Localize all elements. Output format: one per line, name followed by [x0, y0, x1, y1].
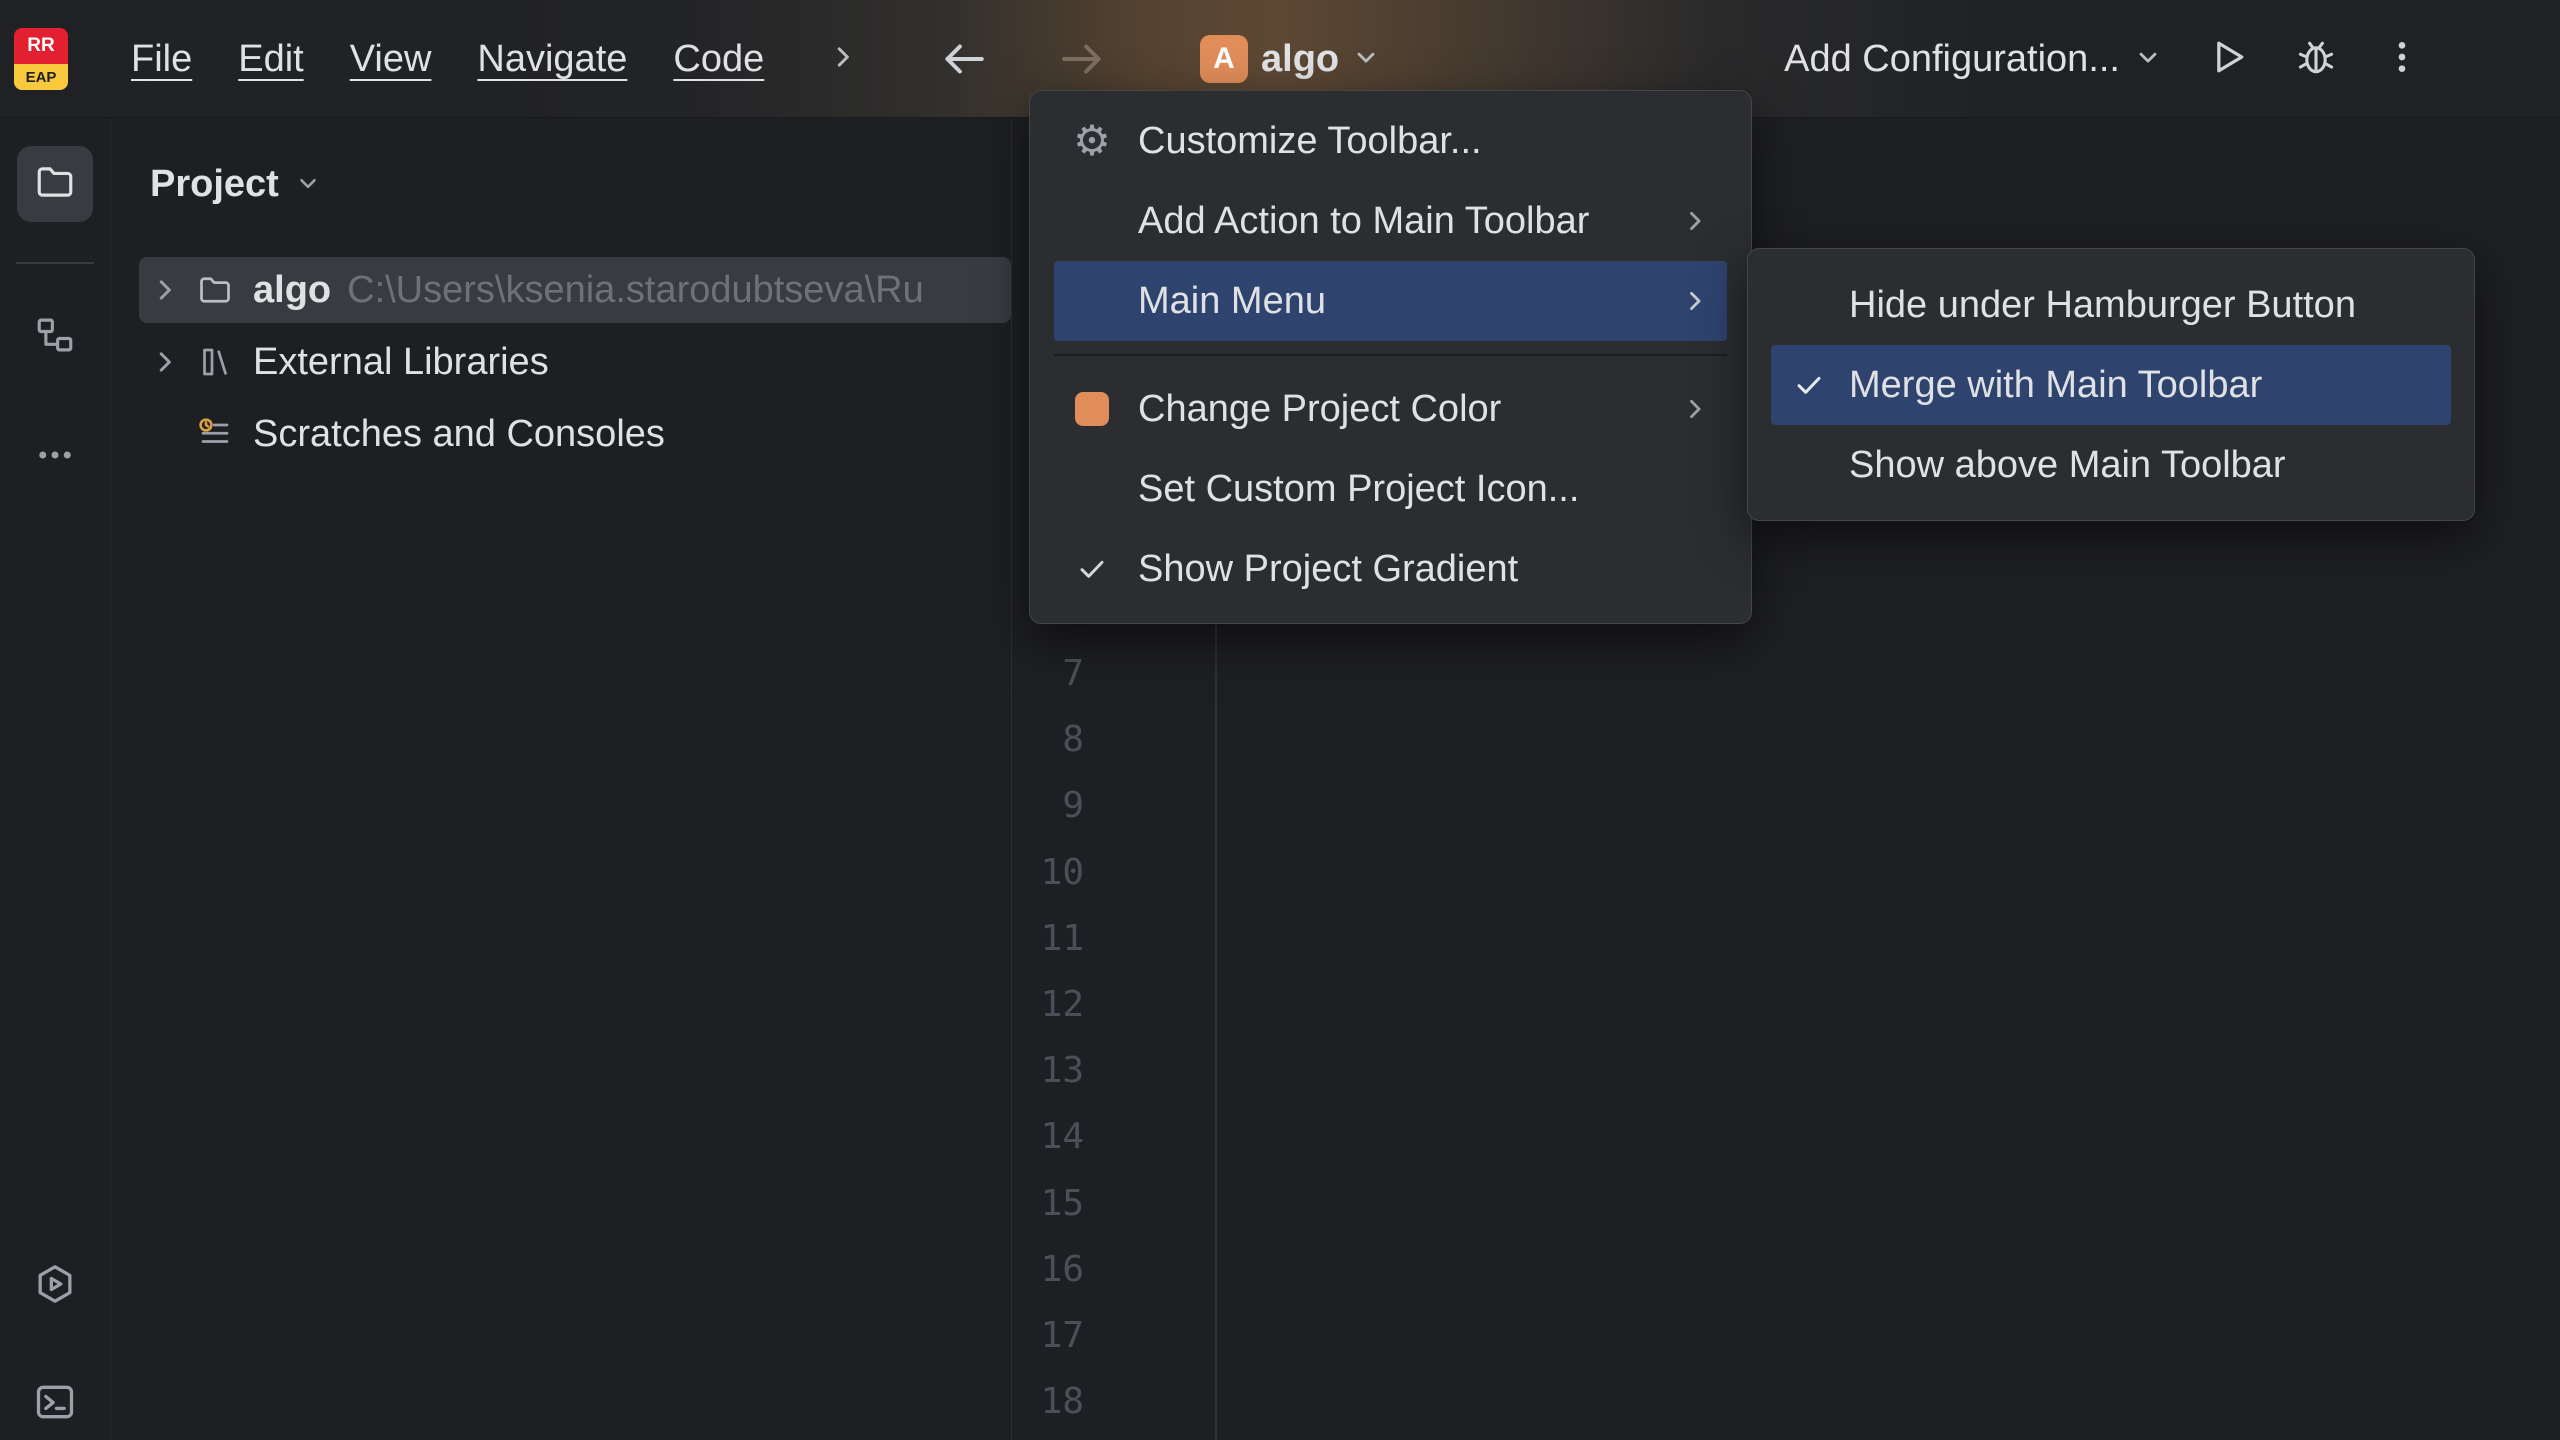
tree-node-label: Scratches and Consoles	[253, 413, 665, 456]
project-view-selector[interactable]: Project	[150, 151, 321, 217]
scratches-icon	[195, 416, 235, 452]
app-logo-eap-badge: EAP	[14, 64, 68, 90]
project-avatar: A	[1200, 35, 1248, 83]
line-number: 17	[1012, 1303, 1084, 1369]
chevron-down-icon	[1352, 43, 1380, 76]
project-color-swatch-icon	[1075, 392, 1109, 426]
menu-separator	[1054, 354, 1727, 356]
line-number: 13	[1012, 1038, 1084, 1104]
menu-item-main-menu[interactable]: Main Menu	[1054, 261, 1727, 341]
run-configuration-selector[interactable]: Add Configuration...	[1784, 38, 2162, 81]
project-tool-window-button[interactable]	[17, 146, 93, 222]
submenu-arrow-icon	[1681, 287, 1709, 315]
project-root-name: algo	[253, 269, 331, 312]
chevron-down-icon	[295, 163, 321, 206]
stripe-divider	[16, 262, 94, 264]
tree-row-external-libraries[interactable]: External Libraries	[139, 329, 1011, 395]
tree-row-scratches[interactable]: Scratches and Consoles	[139, 401, 1011, 467]
menu-item-customize-toolbar[interactable]: ⚙ Customize Toolbar...	[1054, 101, 1727, 181]
project-view-title: Project	[150, 163, 279, 206]
main-menu-submenu: Hide under Hamburger Button Merge with M…	[1747, 248, 2475, 521]
services-hexagon-play-icon	[33, 1262, 77, 1311]
library-icon	[195, 344, 235, 380]
tool-window-stripe	[0, 119, 111, 1440]
line-number: 8	[1012, 707, 1084, 773]
back-arrow-icon	[938, 67, 988, 84]
gear-icon: ⚙	[1073, 120, 1111, 162]
chevron-right-icon	[828, 42, 858, 77]
app-logo: RR EAP	[14, 28, 68, 90]
folder-icon	[34, 161, 76, 208]
submenu-item-hide-under-hamburger[interactable]: Hide under Hamburger Button	[1771, 265, 2451, 345]
menu-item-label: Change Project Color	[1138, 388, 1661, 431]
line-number: 16	[1012, 1237, 1084, 1303]
terminal-tool-window-button[interactable]	[17, 1366, 93, 1440]
menu-item-label: Customize Toolbar...	[1138, 120, 1709, 163]
navigate-forward-button[interactable]	[1058, 38, 1108, 85]
line-number: 18	[1012, 1369, 1084, 1435]
structure-icon	[34, 314, 76, 361]
checkmark-icon	[1072, 553, 1112, 585]
services-tool-window-button[interactable]	[17, 1248, 93, 1324]
project-tool-window: Project algo C:\Users\ksenia.starodubtse…	[112, 119, 1012, 1440]
menu-item-label: Add Action to Main Toolbar	[1138, 200, 1661, 243]
more-actions-button[interactable]	[2382, 37, 2422, 82]
main-menubar: File Edit View Navigate Code	[108, 0, 787, 118]
expand-chevron-icon[interactable]	[147, 275, 183, 305]
menu-item-label: Set Custom Project Icon...	[1138, 468, 1709, 511]
run-configuration-label: Add Configuration...	[1784, 38, 2120, 81]
tree-row-project-root[interactable]: algo C:\Users\ksenia.starodubtseva\Ru	[139, 257, 1011, 323]
menu-item-label: Show above Main Toolbar	[1849, 444, 2433, 487]
menubar-item-view[interactable]: View	[327, 38, 455, 81]
project-root-path: C:\Users\ksenia.starodubtseva\Ru	[347, 269, 924, 312]
line-number: 15	[1012, 1171, 1084, 1237]
menubar-item-file[interactable]: File	[108, 38, 215, 81]
debug-button[interactable]	[2294, 35, 2338, 84]
submenu-arrow-icon	[1681, 395, 1709, 423]
menu-item-label: Hide under Hamburger Button	[1849, 284, 2433, 327]
checkmark-icon	[1789, 369, 1829, 401]
toolbar-right-actions: Add Configuration...	[1784, 0, 2422, 118]
run-button[interactable]	[2206, 35, 2250, 84]
menu-item-label: Merge with Main Toolbar	[1849, 364, 2433, 407]
line-number: 10	[1012, 840, 1084, 906]
line-number: 9	[1012, 773, 1084, 839]
line-number: 12	[1012, 972, 1084, 1038]
folder-icon	[195, 272, 235, 308]
menu-item-set-custom-project-icon[interactable]: Set Custom Project Icon...	[1054, 449, 1727, 529]
ide-window: RR EAP File Edit View Navigate Code	[0, 0, 2560, 1440]
forward-arrow-icon	[1058, 67, 1108, 84]
ellipsis-icon	[34, 434, 76, 481]
chevron-down-icon	[2134, 38, 2162, 81]
line-number: 14	[1012, 1104, 1084, 1170]
submenu-arrow-icon	[1681, 207, 1709, 235]
menu-item-show-project-gradient[interactable]: Show Project Gradient	[1054, 529, 1727, 609]
menu-item-label: Show Project Gradient	[1138, 548, 1709, 591]
menubar-item-code[interactable]: Code	[650, 38, 787, 81]
more-tool-windows-button[interactable]	[17, 419, 93, 495]
submenu-item-show-above-main-toolbar[interactable]: Show above Main Toolbar	[1771, 425, 2451, 505]
menubar-item-navigate[interactable]: Navigate	[454, 38, 650, 81]
menubar-item-edit[interactable]: Edit	[215, 38, 326, 81]
menu-item-add-action-to-main-toolbar[interactable]: Add Action to Main Toolbar	[1054, 181, 1727, 261]
navigate-back-button[interactable]	[938, 38, 988, 85]
submenu-item-merge-with-main-toolbar[interactable]: Merge with Main Toolbar	[1771, 345, 2451, 425]
line-number: 7	[1012, 641, 1084, 707]
menu-item-change-project-color[interactable]: Change Project Color	[1054, 369, 1727, 449]
editor-line-number-gutter: 7 8 9 10 11 12 13 14 15 16 17 18	[1012, 641, 1084, 1435]
expand-chevron-icon[interactable]	[147, 347, 183, 377]
app-logo-text: RR	[14, 28, 68, 64]
terminal-icon	[33, 1380, 77, 1429]
project-name: algo	[1261, 38, 1339, 81]
tree-node-label: External Libraries	[253, 341, 549, 384]
more-menu-items-button[interactable]	[828, 0, 858, 118]
structure-tool-window-button[interactable]	[17, 299, 93, 375]
menu-item-label: Main Menu	[1138, 280, 1661, 323]
toolbar-context-menu: ⚙ Customize Toolbar... Add Action to Mai…	[1029, 90, 1752, 624]
line-number: 11	[1012, 906, 1084, 972]
